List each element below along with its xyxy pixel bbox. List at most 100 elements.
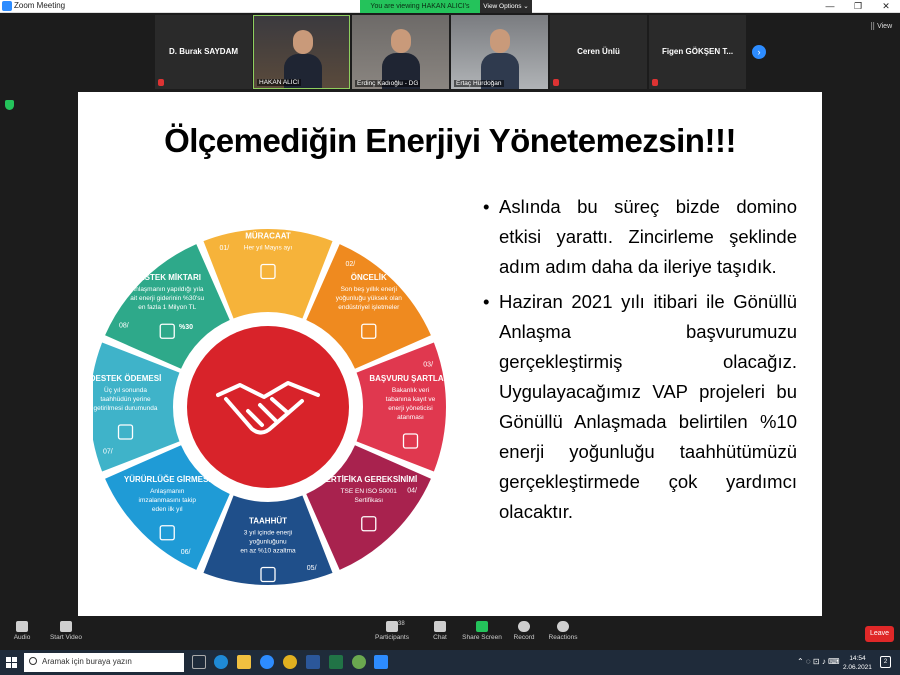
taskbar-clock[interactable]: 14:54 2.06.2021: [843, 654, 872, 672]
bullet-item: Aslında bu süreç bizde domino etkisi yar…: [483, 192, 797, 282]
view-label: View: [877, 23, 893, 30]
view-button[interactable]: ⣿ View: [870, 22, 892, 30]
wheel-segment-line: yoğunluğunu: [249, 539, 287, 546]
app-icon[interactable]: [352, 655, 366, 669]
file-explorer-icon[interactable]: [237, 655, 251, 669]
audio-label: Audio: [13, 634, 31, 641]
wheel-segment-line: eden ilk yıl: [152, 506, 183, 513]
wheel-segment-number: 05/: [307, 565, 317, 572]
wheel-segment-line: endüstriyel işletmeler: [338, 304, 400, 311]
reactions-button[interactable]: Reactions: [546, 621, 580, 641]
participant-name: HAKAN ALICI: [257, 79, 302, 86]
wheel-segment-line: en fazla 1 Milyon TL: [138, 304, 196, 311]
participant-tile[interactable]: Erdinç Kadıoğlu - DG: [352, 15, 449, 89]
microphone-icon: [16, 621, 28, 632]
wheel-segment-line: Bakanlık veri: [392, 387, 429, 394]
wheel-segment-line: Üç yıl sonunda: [104, 386, 147, 394]
participant-tile[interactable]: Figen GÖKŞEN T...: [649, 15, 746, 89]
participant-tile[interactable]: Ceren Ünlü: [550, 15, 647, 89]
participants-button[interactable]: Participants: [372, 621, 412, 641]
participant-tile[interactable]: HAKAN ALICI: [253, 15, 350, 89]
close-button[interactable]: ✕: [872, 0, 900, 13]
wheel-segment-line: tabanına kayıt ve: [386, 396, 436, 403]
notification-center-icon[interactable]: 2: [880, 656, 891, 668]
chat-label: Chat: [433, 634, 447, 641]
participant-name: Erdinç Kadıoğlu - DG: [355, 80, 421, 87]
next-participants-arrow-icon[interactable]: ›: [752, 45, 766, 59]
viewing-screen-label: You are viewing HAKAN ALICI's screen: [360, 0, 480, 23]
maximize-button[interactable]: ❐: [844, 0, 872, 13]
percent-30-badge: %30: [179, 324, 193, 331]
system-tray[interactable]: ⌃ ◌ ⊡ ♪ ⌨: [797, 657, 840, 666]
task-view-icon[interactable]: [192, 655, 206, 669]
wheel-segment-title: MÜRACAAT: [245, 232, 291, 241]
wheel-segment-number: 07/: [103, 449, 113, 456]
wheel-segment-title: BAŞVURU ŞARTLARI: [369, 374, 451, 383]
webex-icon[interactable]: [260, 655, 274, 669]
chrome-icon[interactable]: [283, 655, 297, 669]
participant-video: [481, 25, 519, 89]
participants-icon: [386, 621, 398, 632]
wheel-segment-number: 04/: [407, 487, 417, 494]
wheel-segment-line: Anlaşmanın yapıldığı yıla: [131, 286, 204, 293]
wheel-segment-title: TAAHHÜT: [249, 517, 287, 526]
participant-video: [284, 26, 322, 88]
wheel-segment-line: Son beş yıllık enerji: [341, 286, 397, 293]
excel-icon[interactable]: [329, 655, 343, 669]
wheel-segment-title: DESTEK ÖDEMESİ: [93, 374, 161, 383]
bullet-item: Haziran 2021 yılı itibari ile Gönüllü An…: [483, 287, 797, 527]
video-camera-off-icon: [60, 621, 72, 632]
wheel-segment-number: 02/: [346, 261, 356, 268]
reactions-label: Reactions: [548, 634, 578, 641]
participants-count: 38: [398, 621, 405, 627]
wheel-segment-line: 3 yıl içinde enerji: [244, 530, 292, 537]
view-options-button[interactable]: View Options ⌄: [480, 0, 532, 13]
participant-tile[interactable]: D. Burak SAYDAM: [155, 15, 252, 89]
window-title: Zoom Meeting: [14, 1, 66, 10]
wheel-segment-line: imzalanmasını takip: [139, 497, 197, 504]
wheel-centre: [187, 326, 349, 488]
share-screen-icon: [476, 621, 488, 632]
start-video-label: Start Video: [49, 634, 83, 641]
taskbar-search-box[interactable]: Aramak için buraya yazın: [24, 653, 184, 672]
wheel-segment-line: en az %10 azaltma: [240, 548, 296, 555]
process-wheel: MÜRACAAT Her yıl Mayıs ayı 01/ÖNCELİK Son b…: [90, 177, 473, 616]
zoom-taskbar-icon[interactable]: [374, 655, 388, 669]
audio-button[interactable]: Audio: [10, 621, 34, 641]
wheel-segment-line: Sertifikası: [354, 497, 383, 504]
wheel-segment-number: 01/: [219, 245, 229, 252]
muted-mic-icon: [652, 79, 658, 86]
encryption-shield-icon: [5, 100, 14, 110]
participant-name: Ceren Ünlü: [577, 47, 620, 56]
zoom-window: Zoom Meeting — ❐ ✕ You are viewing HAKAN…: [0, 0, 900, 675]
wheel-segment-line: ait enerji giderinin %30'su: [130, 295, 204, 302]
windows-start-icon[interactable]: [6, 657, 17, 668]
wheel-segment-line: taahhüdün yerine: [100, 396, 151, 403]
participants-label: Participants: [375, 634, 409, 641]
wheel-segment-number: 08/: [119, 323, 129, 330]
chat-button[interactable]: Chat: [428, 621, 452, 641]
leave-button[interactable]: Leave: [865, 626, 894, 642]
wheel-segment-line: atanması: [397, 414, 424, 421]
taskbar-search-placeholder: Aramak için buraya yazın: [42, 657, 132, 666]
muted-mic-icon: [158, 79, 164, 86]
wheel-segment-title: DESTEK MİKTARI: [134, 273, 201, 282]
meeting-toolbar: Audio Start Video Participants 38 Chat S…: [0, 617, 900, 650]
zoom-app-icon: [2, 1, 12, 11]
search-icon: [29, 657, 37, 665]
minimize-button[interactable]: —: [816, 0, 844, 13]
process-wheel-graphic: MÜRACAAT Her yıl Mayıs ayı 01/ÖNCELİK Son b…: [90, 229, 452, 585]
word-icon[interactable]: [306, 655, 320, 669]
start-video-button[interactable]: Start Video: [48, 621, 84, 641]
participant-tile[interactable]: Ertaç Hürdoğan: [451, 15, 548, 89]
wheel-segment-number: 03/: [423, 361, 433, 368]
edge-browser-icon[interactable]: [214, 655, 228, 669]
clock-date: 2.06.2021: [843, 664, 872, 671]
clock-time: 14:54: [849, 655, 866, 662]
wheel-segment-line: Anlaşmanın: [150, 488, 185, 495]
share-screen-button[interactable]: Share Screen: [462, 621, 502, 641]
wheel-segment-title: ÖNCELİK: [351, 273, 387, 282]
record-button[interactable]: Record: [510, 621, 538, 641]
wheel-segment-line: yoğunluğu yüksek olan: [336, 295, 403, 302]
wheel-segment-line: getirilmesi durumunda: [94, 405, 158, 412]
